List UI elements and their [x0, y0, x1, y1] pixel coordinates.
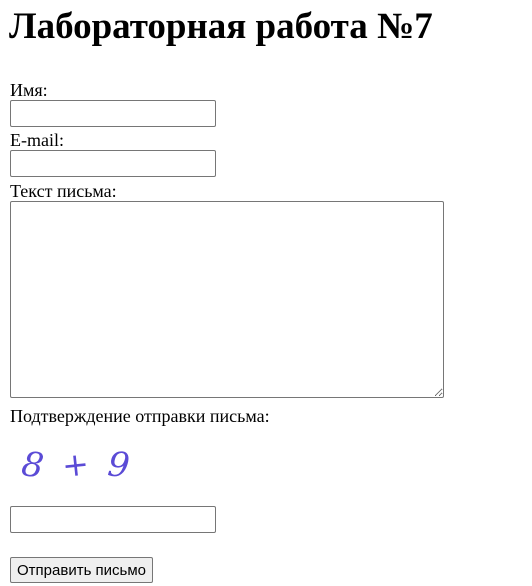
confirm-label: Подтверждение отправки письма: [10, 406, 270, 426]
email-input[interactable] [10, 150, 216, 177]
name-label: Имя: [10, 80, 48, 100]
captcha-operator: + [60, 444, 91, 485]
captcha-image: 8 + 9 [19, 444, 132, 487]
message-label: Текст письма: [10, 181, 117, 201]
email-label: E-mail: [10, 130, 64, 150]
captcha-second-digit: 9 [106, 444, 132, 486]
captcha-first-digit: 8 [19, 444, 46, 487]
message-textarea[interactable] [10, 201, 444, 398]
page-title: Лабораторная работа №7 [9, 6, 433, 47]
captcha-answer-input[interactable] [10, 506, 216, 533]
submit-button[interactable]: Отправить письмо [10, 557, 154, 583]
name-input[interactable] [10, 100, 216, 127]
